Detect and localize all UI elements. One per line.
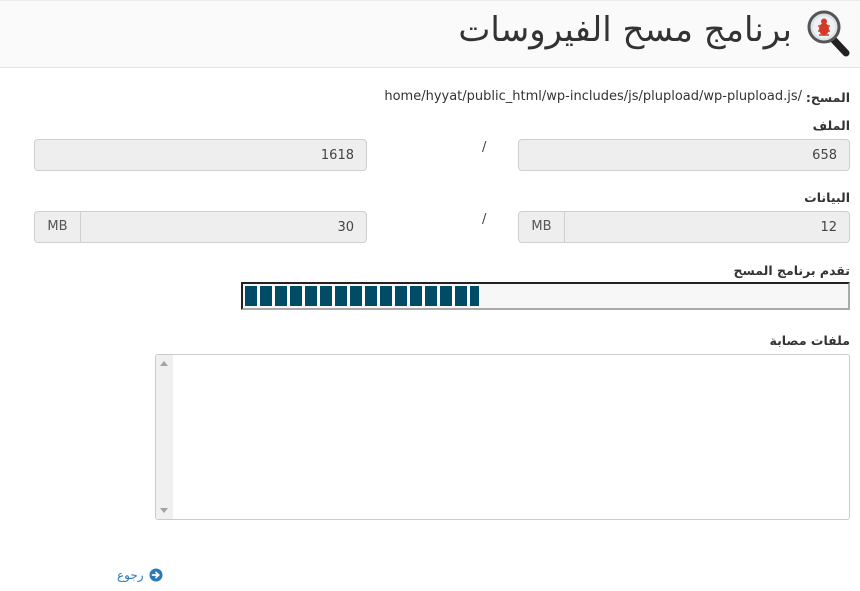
progress-label: تقدم برنامج المسح [733, 263, 850, 278]
scan-progress-fill [245, 286, 479, 306]
files-separator: / [482, 140, 487, 155]
infected-files-label: ملفات مصابة [769, 333, 850, 348]
back-link[interactable]: رجوع [117, 568, 144, 582]
infected-files-textarea[interactable] [155, 354, 850, 520]
files-total-field: 1618 [34, 139, 367, 171]
data-scanned-field: MB 12 [518, 211, 850, 243]
data-separator: / [482, 212, 487, 227]
page-header: برنامج مسح الفيروسات [0, 0, 860, 68]
scan-path: home/hyyat/public_html/wp-includes/js/pl… [384, 89, 802, 104]
files-scanned-value: 658 [812, 148, 837, 163]
data-total-unit: MB [35, 212, 81, 242]
scan-label: المسح: [805, 90, 850, 105]
scroll-up-arrow-icon[interactable] [160, 361, 168, 366]
page-title: برنامج مسح الفيروسات [458, 10, 792, 50]
data-scanned-unit: MB [519, 212, 565, 242]
data-total-field: MB 30 [34, 211, 367, 243]
files-total-value: 1618 [320, 148, 354, 163]
data-label: البيانات [804, 190, 850, 205]
magnifier-bug-icon [807, 10, 850, 57]
infected-files-scrollbar[interactable] [156, 355, 173, 519]
data-scanned-value: 12 [820, 220, 837, 235]
scan-progress-bar [241, 282, 850, 310]
files-scanned-field: 658 [518, 139, 850, 171]
scroll-down-arrow-icon[interactable] [160, 508, 168, 513]
data-total-value: 30 [337, 220, 354, 235]
files-label: الملف [812, 118, 850, 133]
circle-arrow-right-icon[interactable] [149, 568, 163, 582]
